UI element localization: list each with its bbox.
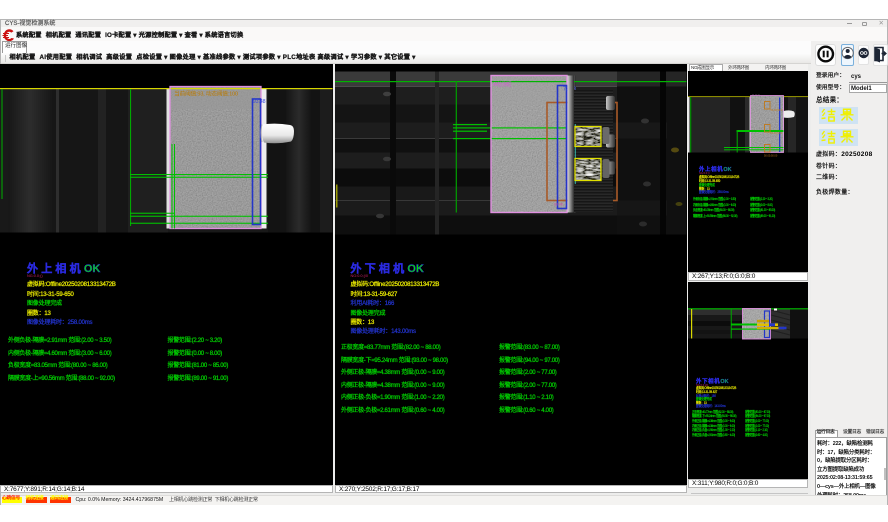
svg-text:93.48: 93.48 <box>554 202 563 206</box>
svg-text:当前阈值:93, 动态阈值:100: 当前阈值:93, 动态阈值:100 <box>174 89 238 97</box>
svg-text:50.00;50.00: 50.00;50.00 <box>764 155 778 158</box>
svg-text:AI检测框: AI检测框 <box>493 81 512 88</box>
svg-text:50.00;50.0: 50.00;50.0 <box>771 132 783 135</box>
svg-text:50.00;50.0: 50.00;50.0 <box>771 109 783 112</box>
svg-text:-- -- --: -- -- -- <box>752 92 760 96</box>
svg-text:93.48: 93.48 <box>253 99 266 105</box>
